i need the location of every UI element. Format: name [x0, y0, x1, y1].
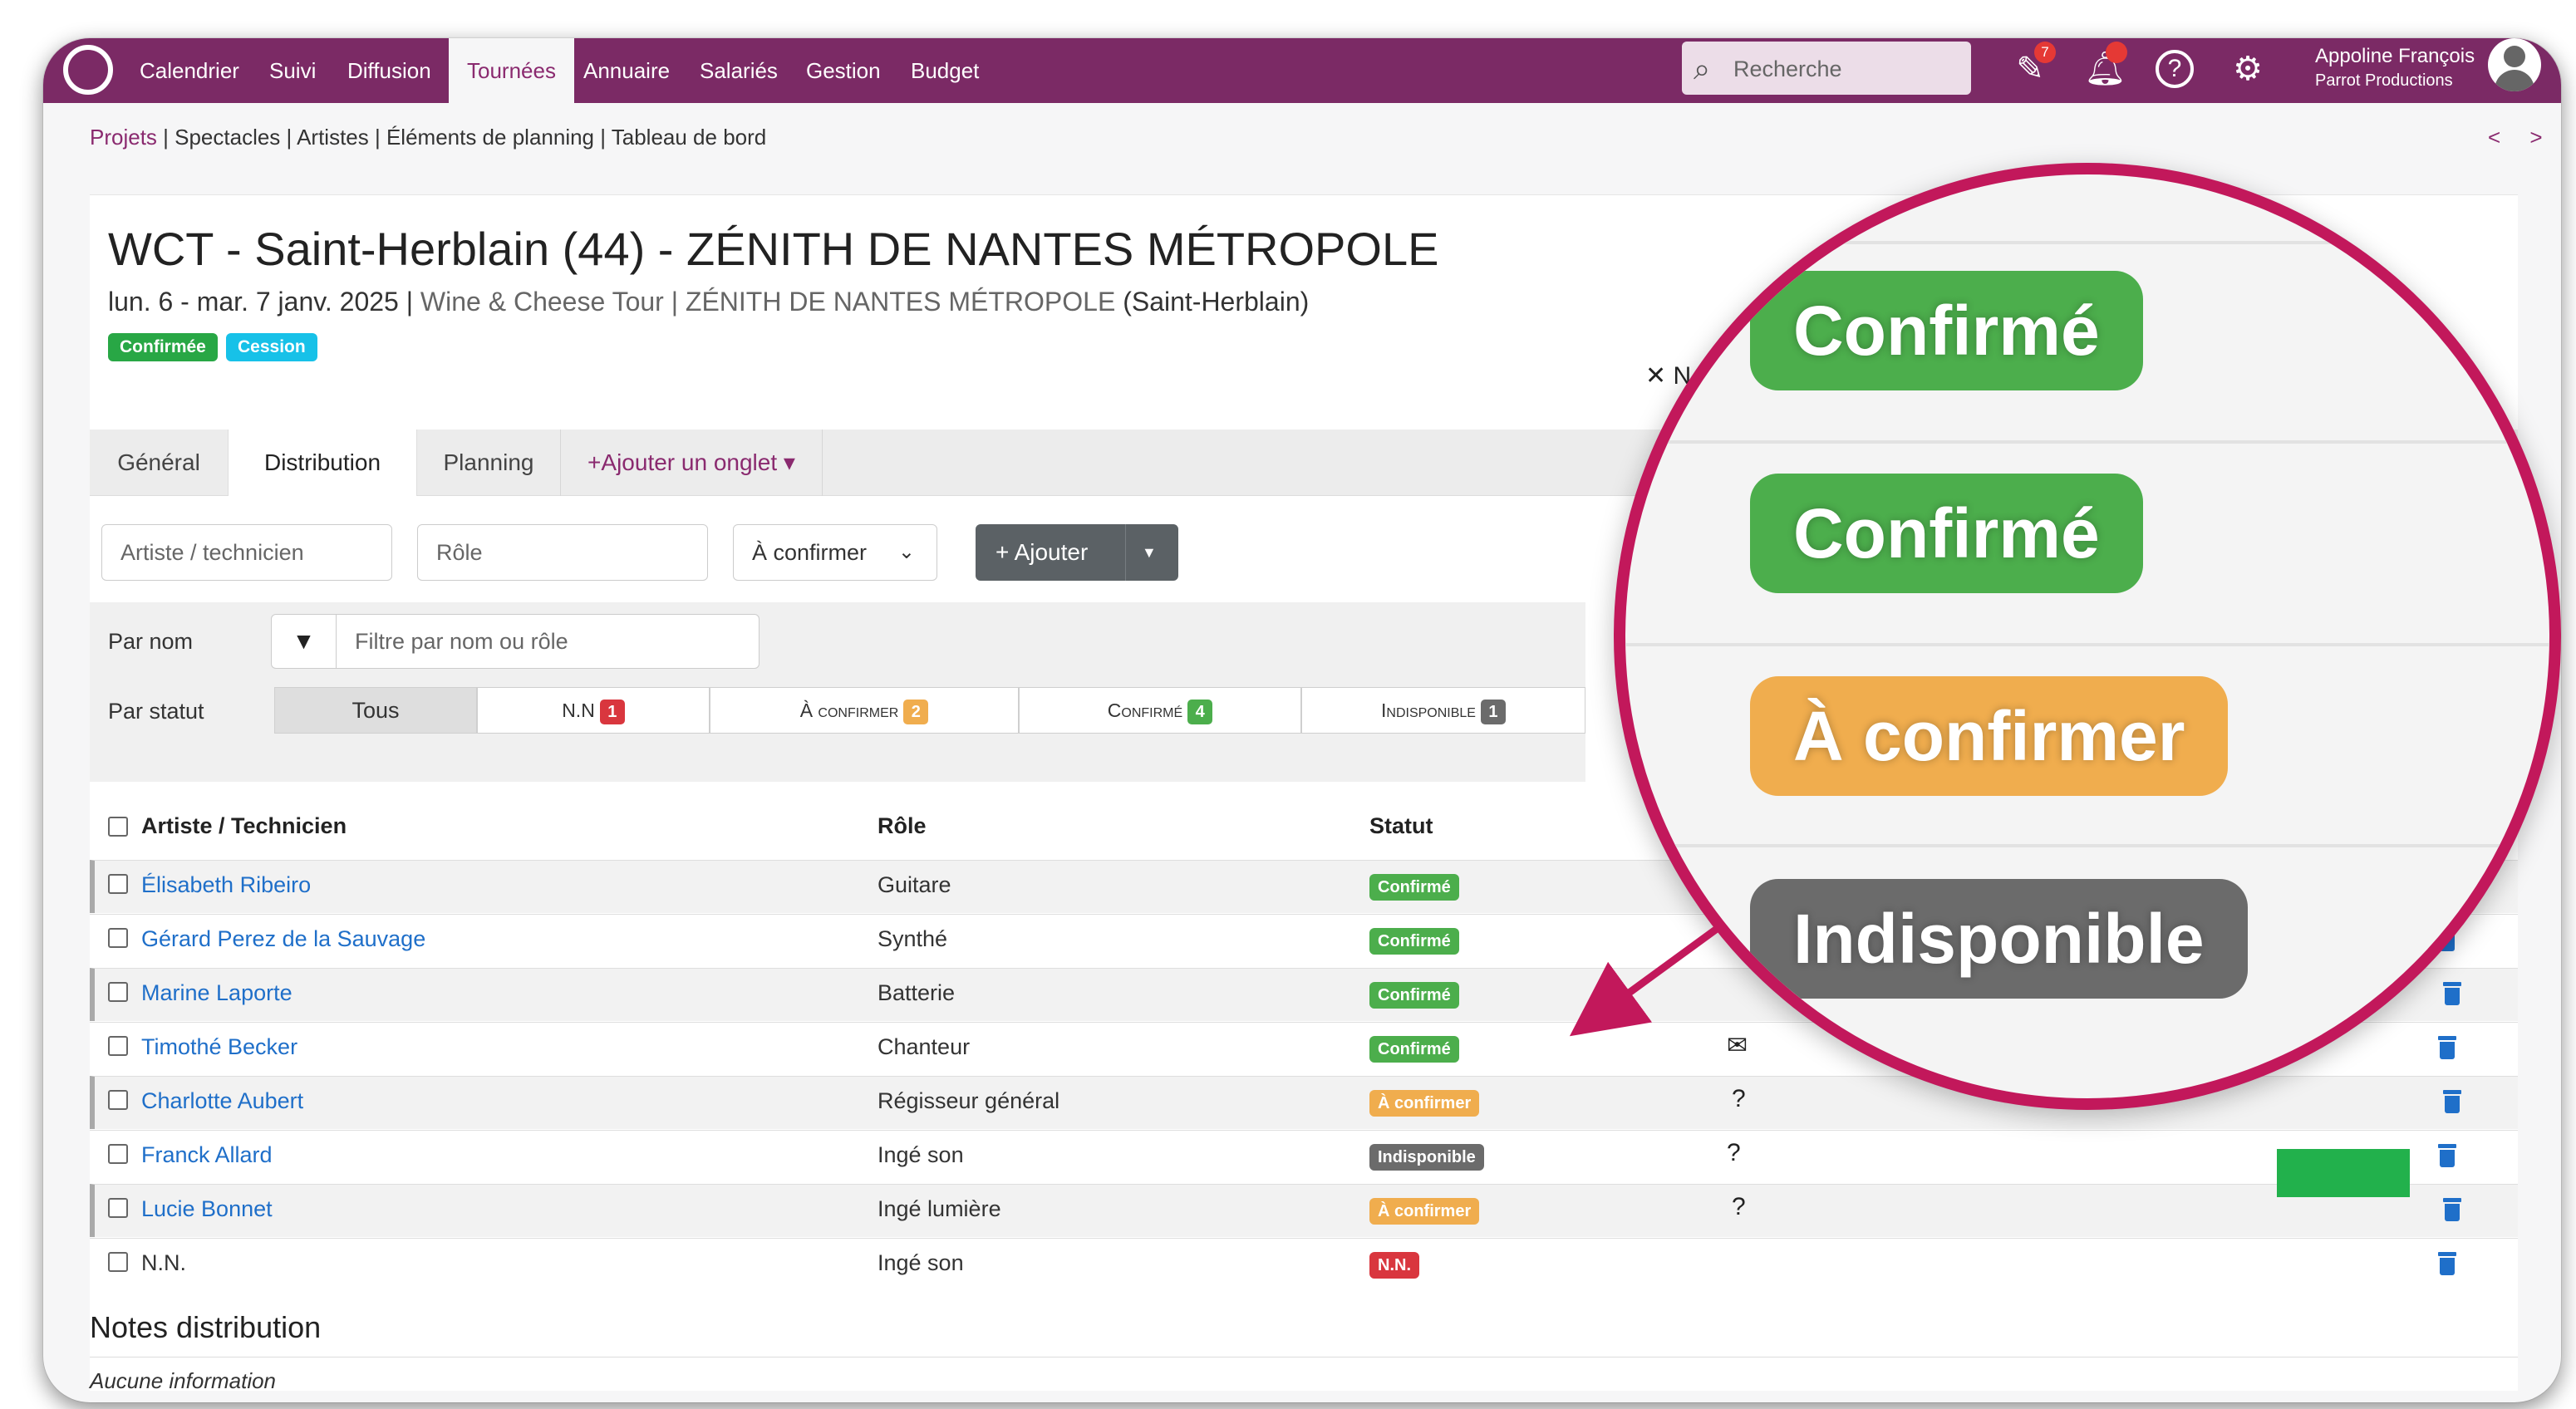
callout-arrow-icon: [1569, 925, 1719, 1037]
app-window: Calendrier Suivi Diffusion Tournées Annu…: [43, 38, 2561, 1402]
